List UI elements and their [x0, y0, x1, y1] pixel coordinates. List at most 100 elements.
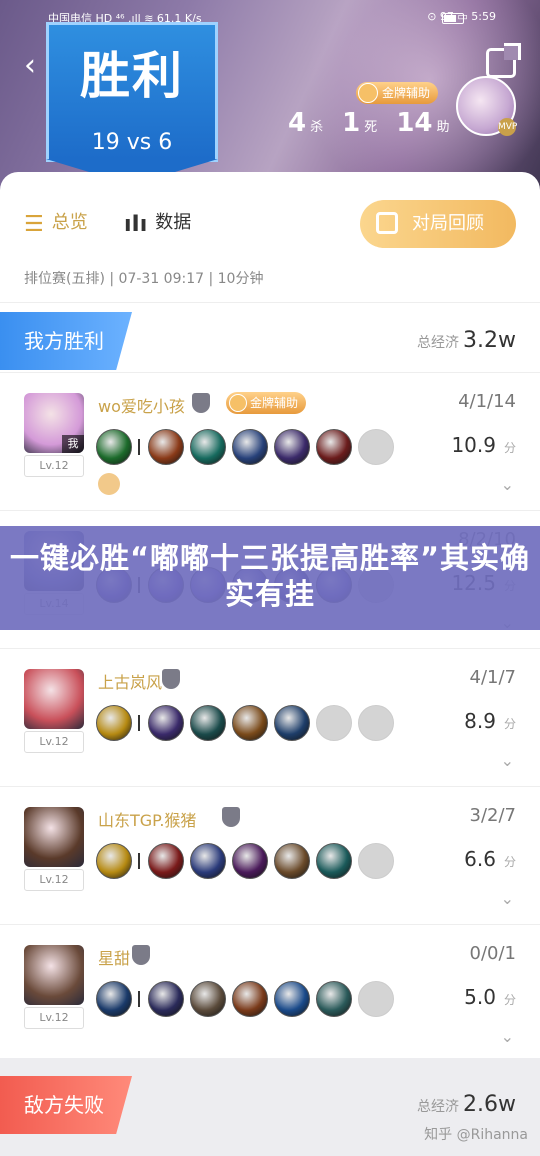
our-side-label: 我方胜利: [0, 312, 132, 370]
score-unit: 分: [503, 993, 516, 1007]
share-icon[interactable]: [486, 43, 521, 78]
equipment-item-icon[interactable]: [274, 429, 310, 465]
tab-overview[interactable]: ☰ 总览: [24, 208, 88, 237]
player-kda: 3/2/7: [469, 805, 517, 826]
banner-score: 19 vs 6: [91, 130, 173, 155]
equipment-item-icon[interactable]: [190, 429, 226, 465]
caption-text: 一键必胜“嘟嘟十三张提高胜率”其实确实有挂: [9, 541, 531, 611]
equipment-item-icon[interactable]: [232, 981, 268, 1017]
kills-label: 杀: [310, 120, 324, 135]
rank-icon: [132, 945, 150, 965]
score-unit: 分: [503, 441, 516, 455]
empty-item-slot[interactable]: [316, 705, 352, 741]
avatar-badge: MVP: [498, 118, 517, 136]
player-name[interactable]: 星甜: [98, 945, 130, 969]
hero-level: Lv.12: [24, 455, 84, 477]
enemy-side-economy: 总经济 2.6w: [417, 1092, 516, 1117]
empty-item-slot[interactable]: [358, 981, 394, 1017]
player-row[interactable]: Lv.12 山东TGP.猴猪 3/2/7 6.6 分 ⌄: [0, 786, 540, 924]
hero-level: Lv.12: [24, 1007, 84, 1029]
equipment-item-icon[interactable]: [232, 429, 268, 465]
equipment-item-icon[interactable]: [316, 843, 352, 879]
equipment-item-icon[interactable]: [96, 843, 132, 879]
equipment-item-icon[interactable]: [274, 981, 310, 1017]
player-score: 10.9 分: [451, 433, 516, 457]
player-row[interactable]: Lv.12 上古岚风 4/1/7 8.9 分 ⌄: [0, 648, 540, 786]
hero-avatar[interactable]: [24, 669, 84, 729]
empty-item-slot[interactable]: [358, 705, 394, 741]
player-kda: 4/1/14: [458, 391, 516, 412]
mvp-badge: 金牌辅助: [356, 82, 439, 104]
chevron-down-icon[interactable]: ⌄: [501, 751, 514, 770]
score-value: 6.6: [464, 847, 496, 871]
equipment-item-icon[interactable]: [316, 981, 352, 1017]
hero-avatar[interactable]: [24, 945, 84, 1005]
tab-data-label: 数据: [155, 212, 192, 233]
score-value: 8.9: [464, 709, 496, 733]
back-icon[interactable]: ‹: [24, 48, 36, 83]
enemy-side-label: 敌方失败: [0, 1076, 132, 1134]
replay-button[interactable]: 对局回顾: [360, 200, 516, 248]
equipment-item-icon[interactable]: [148, 429, 184, 465]
player-name[interactable]: wo爱吃小孩: [98, 393, 185, 417]
equipment-item-icon[interactable]: [148, 705, 184, 741]
kda-summary: 4杀 1死 14 助: [288, 108, 460, 138]
banner-title: 胜利: [80, 47, 184, 105]
player-name[interactable]: 上古岚风: [98, 669, 162, 693]
equipment-item-icon[interactable]: [148, 981, 184, 1017]
victory-banner: 胜利 19 vs 6: [46, 22, 218, 185]
chevron-down-icon[interactable]: ⌄: [501, 1027, 514, 1046]
chevron-down-icon[interactable]: ⌄: [501, 889, 514, 908]
player-score: 8.9 分: [464, 709, 516, 733]
hero-avatar[interactable]: [24, 807, 84, 867]
equipment-item-icon[interactable]: [232, 843, 268, 879]
equipment-item-icon[interactable]: [96, 981, 132, 1017]
rank-icon: [222, 807, 240, 827]
kills-value: 4: [288, 108, 307, 138]
hero-level: Lv.12: [24, 731, 84, 753]
equipment-item-icon[interactable]: [316, 429, 352, 465]
tab-overview-label: 总览: [51, 212, 88, 233]
player-row[interactable]: Lv.12 星甜 0/0/1 5.0 分 ⌄: [0, 924, 540, 1062]
equipment-item-icon[interactable]: [274, 843, 310, 879]
player-row[interactable]: 我 Lv.12 wo爱吃小孩 金牌辅助 4/1/14 10.9 分 ⌄: [0, 372, 540, 510]
our-side-header: 我方胜利 总经济 3.2w: [0, 312, 540, 370]
deaths-value: 1: [342, 108, 361, 138]
player-name[interactable]: 山东TGP.猴猪: [98, 807, 196, 831]
equipment-item-icon[interactable]: [148, 843, 184, 879]
equipment-item-icon[interactable]: [274, 705, 310, 741]
chevron-down-icon[interactable]: ⌄: [501, 475, 514, 494]
replay-button-label: 对局回顾: [412, 213, 484, 234]
score-value: 5.0: [464, 985, 496, 1009]
replay-icon: [376, 212, 398, 234]
rank-icon: [162, 669, 180, 689]
equipment-item-icon[interactable]: [190, 705, 226, 741]
status-right: ⊙ 97 ▭ 5:59: [427, 10, 496, 23]
fist-icon: [98, 473, 120, 495]
mvp-tag: 金牌辅助: [226, 392, 307, 414]
player-score: 6.6 分: [464, 847, 516, 871]
equipment-item-icon[interactable]: [190, 981, 226, 1017]
equipment-item-icon[interactable]: [232, 705, 268, 741]
player-kda: 4/1/7: [469, 667, 517, 688]
player-avatar[interactable]: MVP: [456, 76, 517, 136]
watermark: 知乎 @Rihanna: [424, 1127, 528, 1143]
tab-data[interactable]: ıIı 数据: [124, 208, 191, 237]
economy-value: 3.2w: [463, 328, 516, 353]
bar-chart-icon: ıIı: [124, 212, 148, 237]
match-header: 中国电信 HD ⁴⁶ .ıll ≋ 61.1 K/s ⊙ 97 ▭ 5:59 ‹…: [0, 0, 540, 200]
player-kda: 0/0/1: [469, 943, 517, 964]
item-separator: [138, 715, 140, 731]
equipment-item-icon[interactable]: [96, 429, 132, 465]
item-separator: [138, 991, 140, 1007]
equipment-item-icon[interactable]: [96, 705, 132, 741]
empty-item-slot[interactable]: [358, 843, 394, 879]
player-score: 5.0 分: [464, 985, 516, 1009]
empty-item-slot[interactable]: [358, 429, 394, 465]
divider: [0, 302, 540, 303]
economy-value: 2.6w: [463, 1092, 516, 1117]
tab-bar: ☰ 总览 ıIı 数据 对局回顾: [24, 200, 524, 250]
assists-value: 14: [396, 108, 433, 138]
equipment-item-icon[interactable]: [190, 843, 226, 879]
hero-avatar[interactable]: 我: [24, 393, 84, 453]
